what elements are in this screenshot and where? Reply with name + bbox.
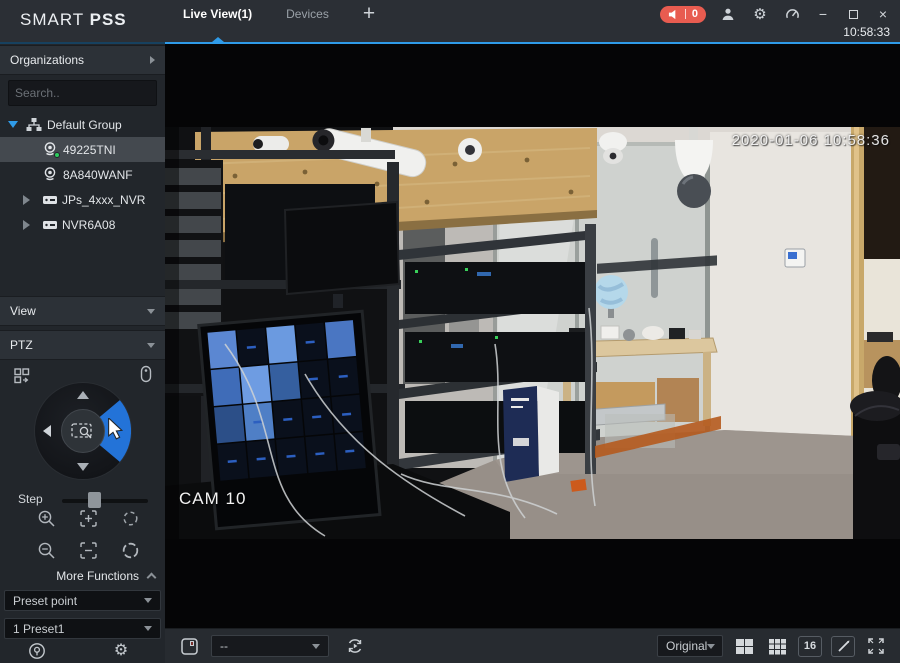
- nvr-icon: [42, 192, 58, 208]
- organizations-header[interactable]: Organizations: [0, 45, 165, 75]
- video-camera-label-overlay: CAM 10: [179, 489, 246, 509]
- focus-far-button[interactable]: [78, 540, 98, 560]
- grid-4-layout-button[interactable]: [732, 634, 756, 658]
- step-slider-handle[interactable]: [88, 492, 101, 508]
- device-tree: Default Group 49225TNI 8A840WANF JPs_4xx…: [0, 112, 165, 237]
- expand-arrow-icon[interactable]: [23, 220, 30, 230]
- chevron-down-icon: [144, 598, 152, 603]
- toolbar-right-group: Original 16: [657, 634, 888, 658]
- chevron-down-icon: [312, 644, 320, 649]
- grid-9-layout-button[interactable]: [765, 634, 789, 658]
- speaker-icon: [668, 9, 679, 20]
- group-icon: [26, 117, 42, 133]
- camera-icon: [42, 141, 58, 157]
- alarm-badge[interactable]: 0: [660, 6, 706, 23]
- tree-item-label: 8A840WANF: [63, 168, 133, 182]
- zoom-out-button[interactable]: [36, 540, 56, 560]
- tab-live-view[interactable]: Live View(1): [183, 7, 252, 21]
- maximize-button[interactable]: [844, 5, 862, 23]
- tab-bar: Live View(1) Devices +: [183, 0, 375, 28]
- preset-type-value: Preset point: [13, 594, 77, 608]
- save-view-button[interactable]: [177, 634, 201, 658]
- stream-type-dropdown[interactable]: --: [211, 635, 329, 657]
- video-pane-cam10[interactable]: 2020-01-06 10:58:36 CAM 10: [165, 44, 900, 628]
- tree-item-8a840wanf[interactable]: 8A840WANF: [0, 162, 165, 187]
- sidebar: Organizations Default Group 49225TNI: [0, 44, 165, 663]
- tree-item-label: Default Group: [47, 118, 122, 132]
- preset-type-dropdown[interactable]: Preset point: [4, 590, 161, 611]
- add-tab-button[interactable]: +: [363, 4, 375, 24]
- ptz-label: PTZ: [10, 338, 33, 352]
- zoom-in-button[interactable]: [36, 508, 56, 528]
- tree-item-jps-4xxx-nvr[interactable]: JPs_4xxx_NVR: [0, 187, 165, 212]
- ptz-down-arrow[interactable]: [77, 463, 89, 471]
- mouse-control-icon[interactable]: [136, 364, 156, 384]
- tree-item-default-group[interactable]: Default Group: [0, 112, 165, 137]
- expand-arrow-icon[interactable]: [23, 195, 30, 205]
- ptz-section-header[interactable]: PTZ: [0, 330, 165, 360]
- aux-screen-icon[interactable]: [12, 366, 32, 386]
- minimize-button[interactable]: −: [814, 5, 832, 23]
- close-button[interactable]: ×: [874, 5, 892, 23]
- liveview-toolbar: -- Original 16: [165, 628, 900, 663]
- ptz-up-arrow[interactable]: [77, 391, 89, 399]
- device-search: [8, 80, 157, 106]
- video-timestamp-overlay: 2020-01-06 10:58:36: [685, 132, 890, 149]
- tab-devices[interactable]: Devices: [286, 7, 329, 21]
- search-input[interactable]: [15, 86, 170, 100]
- clock: 10:58:33: [843, 25, 890, 39]
- view-section-header[interactable]: View: [0, 296, 165, 326]
- alarm-count: 0: [692, 8, 698, 20]
- focus-near-button[interactable]: [78, 508, 98, 528]
- tree-item-label: 49225TNI: [63, 143, 116, 157]
- gear-icon[interactable]: ⚙: [750, 4, 770, 24]
- chevron-down-icon: [707, 644, 715, 649]
- organizations-label: Organizations: [10, 53, 84, 67]
- preset-value: 1 Preset1: [13, 622, 64, 636]
- ptz-left-arrow[interactable]: [43, 425, 51, 437]
- step-slider-track[interactable]: [62, 499, 148, 503]
- tree-item-nvr6a08[interactable]: NVR6A08: [0, 212, 165, 237]
- iris-minus-button[interactable]: [120, 508, 140, 528]
- view-label: View: [10, 304, 36, 318]
- area-zoom-icon: [70, 421, 96, 441]
- custom-layout-button[interactable]: [831, 636, 855, 657]
- chevron-up-icon: [147, 573, 157, 583]
- iris-plus-button[interactable]: [120, 540, 140, 560]
- app-logo: SMART PSS: [20, 10, 127, 30]
- online-status-dot: [54, 152, 60, 158]
- preset-settings-gear-icon[interactable]: ⚙: [110, 639, 132, 661]
- chevron-right-icon: [150, 56, 155, 64]
- ptz-panel: Step More Functions: [0, 360, 165, 584]
- mouse-cursor: [107, 418, 124, 440]
- chevron-down-icon: [147, 309, 155, 314]
- tree-item-49225tni[interactable]: 49225TNI: [0, 137, 165, 162]
- gauge-icon[interactable]: [782, 4, 802, 24]
- preset-goto-button[interactable]: [26, 640, 48, 662]
- tour-button[interactable]: [343, 634, 367, 658]
- step-label: Step: [18, 492, 43, 506]
- grid-16-layout-button[interactable]: 16: [798, 636, 822, 657]
- smartpss-window: SMART PSS Live View(1) Devices + 0 ⚙ − ×…: [0, 0, 900, 663]
- nvr-icon: [42, 217, 58, 233]
- titlebar: SMART PSS Live View(1) Devices + 0 ⚙ − ×…: [0, 0, 900, 42]
- fullscreen-button[interactable]: [864, 634, 888, 658]
- titlebar-controls: 0 ⚙ − ×: [660, 4, 892, 24]
- preset-value-dropdown[interactable]: 1 Preset1: [4, 618, 161, 639]
- tree-item-label: JPs_4xxx_NVR: [62, 193, 145, 207]
- ptz-joystick[interactable]: [35, 383, 131, 479]
- tree-item-label: NVR6A08: [62, 218, 115, 232]
- chevron-down-icon: [147, 343, 155, 348]
- camera-icon: [42, 166, 58, 182]
- stream-type-value: --: [220, 639, 228, 653]
- more-functions-link[interactable]: More Functions: [0, 569, 139, 583]
- scale-value: Original: [666, 639, 707, 653]
- expand-arrow-icon[interactable]: [8, 121, 18, 128]
- ptz-3d-position-button[interactable]: [61, 409, 105, 453]
- scale-dropdown[interactable]: Original: [657, 635, 723, 657]
- user-icon[interactable]: [718, 4, 738, 24]
- chevron-down-icon: [144, 626, 152, 631]
- active-tab-notch: [212, 37, 224, 42]
